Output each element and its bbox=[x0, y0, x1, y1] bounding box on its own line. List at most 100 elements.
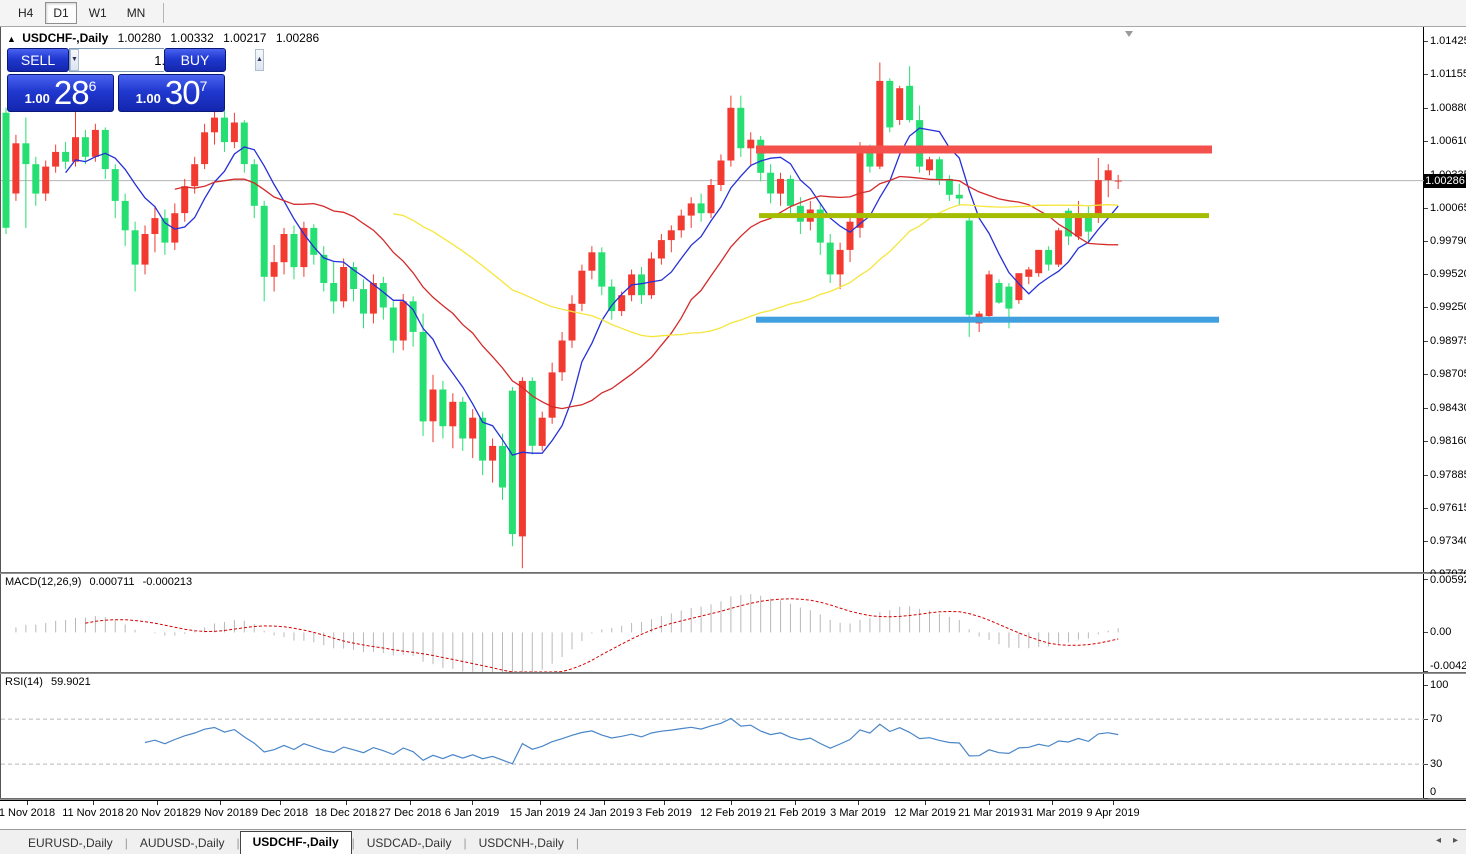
resistance-band bbox=[756, 146, 1212, 154]
candle-body bbox=[529, 381, 536, 446]
sell-price-display[interactable]: 1.00 28 6 bbox=[7, 74, 114, 112]
macd-axis-label: 0.00 bbox=[1430, 626, 1451, 638]
candle-body bbox=[439, 390, 446, 427]
candle-body bbox=[489, 446, 496, 461]
candle-body bbox=[479, 418, 486, 461]
macd-axis-label: -0.004241 bbox=[1430, 660, 1466, 672]
candle-body bbox=[469, 418, 476, 439]
ma-fast-line bbox=[66, 128, 1119, 455]
rsi-value: 59.9021 bbox=[51, 676, 91, 688]
candle-body bbox=[400, 301, 407, 340]
candle-body bbox=[708, 185, 715, 213]
time-axis-tick bbox=[27, 801, 28, 805]
time-axis-tick bbox=[604, 801, 605, 805]
rsi-line bbox=[145, 719, 1118, 764]
macd-label: MACD(12,26,9) 0.000711 -0.000213 bbox=[5, 576, 192, 588]
candle-body bbox=[598, 252, 605, 286]
candle-body bbox=[1095, 180, 1102, 217]
ohlc-high: 1.00332 bbox=[170, 31, 213, 45]
candle-body bbox=[241, 123, 248, 165]
rsi-chart[interactable] bbox=[1, 674, 1424, 798]
chart-tab-audusd[interactable]: AUDUSD-,Daily bbox=[128, 832, 237, 854]
candle-body bbox=[727, 108, 734, 161]
candle-body bbox=[32, 164, 39, 193]
time-axis-tick bbox=[472, 801, 473, 805]
axis-tick bbox=[1424, 41, 1428, 42]
candle-body bbox=[390, 308, 397, 341]
price-axis-label: 0.98975 bbox=[1430, 335, 1466, 347]
candle-body bbox=[221, 118, 228, 143]
candle-body bbox=[777, 179, 784, 194]
timeframe-button-w1[interactable]: W1 bbox=[81, 2, 115, 24]
date-label: 9 Dec 2018 bbox=[252, 807, 308, 819]
candle-body bbox=[271, 262, 278, 277]
chart-title: ▲ USDCHF-,Daily 1.00280 1.00332 1.00217 … bbox=[7, 31, 319, 45]
candle-body bbox=[608, 287, 615, 312]
candle-body bbox=[787, 179, 794, 206]
date-label: 11 Nov 2018 bbox=[62, 807, 124, 819]
time-axis-tick bbox=[220, 801, 221, 805]
time-axis-tick bbox=[1052, 801, 1053, 805]
timeframe-toolbar: H4D1W1MN bbox=[0, 0, 1466, 27]
ohlc-low: 1.00217 bbox=[223, 31, 266, 45]
candle-body bbox=[638, 274, 645, 295]
price-axis[interactable]: 1.014251.011551.008801.006101.003351.000… bbox=[1424, 27, 1466, 572]
buy-button[interactable]: BUY bbox=[164, 48, 226, 72]
chart-tab-usdcnh[interactable]: USDCNH-,Daily bbox=[467, 832, 576, 854]
axis-tick bbox=[1424, 408, 1428, 409]
candle-body bbox=[1005, 287, 1012, 309]
axis-tick bbox=[1424, 274, 1428, 275]
timeframe-button-d1[interactable]: D1 bbox=[45, 2, 76, 24]
tab-scroll-left-button[interactable]: ◂ bbox=[1436, 835, 1441, 846]
candle-body bbox=[92, 130, 99, 157]
axis-tick bbox=[1424, 441, 1428, 442]
sell-button[interactable]: SELL bbox=[7, 48, 69, 72]
date-label: 15 Jan 2019 bbox=[510, 807, 571, 819]
price-axis-label: 0.97885 bbox=[1430, 469, 1466, 481]
time-axis[interactable]: 1 Nov 201811 Nov 201820 Nov 201829 Nov 2… bbox=[0, 800, 1466, 829]
macd-plot[interactable]: MACD(12,26,9) 0.000711 -0.000213 bbox=[0, 574, 1424, 672]
time-axis-tick bbox=[410, 801, 411, 805]
candle-body bbox=[201, 132, 208, 164]
macd-axis[interactable]: 0.0059260.00-0.004241 bbox=[1424, 574, 1466, 672]
buy-price-display[interactable]: 1.00 30 7 bbox=[118, 74, 225, 112]
main-chart-row: ▲ USDCHF-,Daily 1.00280 1.00332 1.00217 … bbox=[0, 27, 1466, 572]
date-label: 3 Feb 2019 bbox=[636, 807, 692, 819]
candle-body bbox=[986, 274, 993, 316]
axis-tick bbox=[1424, 579, 1428, 580]
axis-tick bbox=[1424, 74, 1428, 75]
time-axis-tick bbox=[540, 801, 541, 805]
candle-body bbox=[588, 252, 595, 270]
macd-chart[interactable] bbox=[1, 574, 1424, 672]
price-axis-label: 0.99520 bbox=[1430, 268, 1466, 280]
candle-body bbox=[837, 250, 844, 275]
price-axis-label: 1.00610 bbox=[1430, 135, 1466, 147]
rsi-axis-label: 30 bbox=[1430, 758, 1442, 770]
price-axis-label: 1.01155 bbox=[1430, 68, 1466, 80]
timeframe-button-h4[interactable]: H4 bbox=[10, 2, 41, 24]
candle-body bbox=[420, 332, 427, 421]
chart-tab-eurusd[interactable]: EURUSD-,Daily bbox=[16, 832, 125, 854]
candle-body bbox=[82, 137, 89, 157]
chart-tab-usdcad[interactable]: USDCAD-,Daily bbox=[355, 832, 464, 854]
price-axis-label: 1.00065 bbox=[1430, 202, 1466, 214]
axis-tick bbox=[1424, 541, 1428, 542]
candle-body bbox=[827, 243, 834, 275]
time-axis-tick bbox=[925, 801, 926, 805]
candle-body bbox=[151, 218, 158, 234]
volume-increase-button[interactable]: ▲ bbox=[255, 49, 264, 71]
rsi-axis[interactable]: 10070300 bbox=[1424, 674, 1466, 798]
axis-tick bbox=[1424, 108, 1428, 109]
chart-tab-usdchf[interactable]: USDCHF-,Daily bbox=[240, 831, 352, 854]
timeframe-button-mn[interactable]: MN bbox=[119, 2, 154, 24]
volume-decrease-button[interactable]: ▼ bbox=[70, 49, 79, 71]
date-label: 3 Mar 2019 bbox=[830, 807, 886, 819]
collapse-triangle-icon[interactable]: ▲ bbox=[7, 34, 16, 44]
candle-body bbox=[72, 137, 79, 162]
candle-body bbox=[291, 234, 298, 267]
date-label: 6 Jan 2019 bbox=[445, 807, 499, 819]
rsi-plot[interactable]: RSI(14) 59.9021 bbox=[0, 674, 1424, 798]
toolbar-divider bbox=[163, 3, 164, 23]
tab-scroll-right-button[interactable]: ▸ bbox=[1453, 835, 1458, 846]
price-chart-plot[interactable]: ▲ USDCHF-,Daily 1.00280 1.00332 1.00217 … bbox=[0, 27, 1424, 572]
